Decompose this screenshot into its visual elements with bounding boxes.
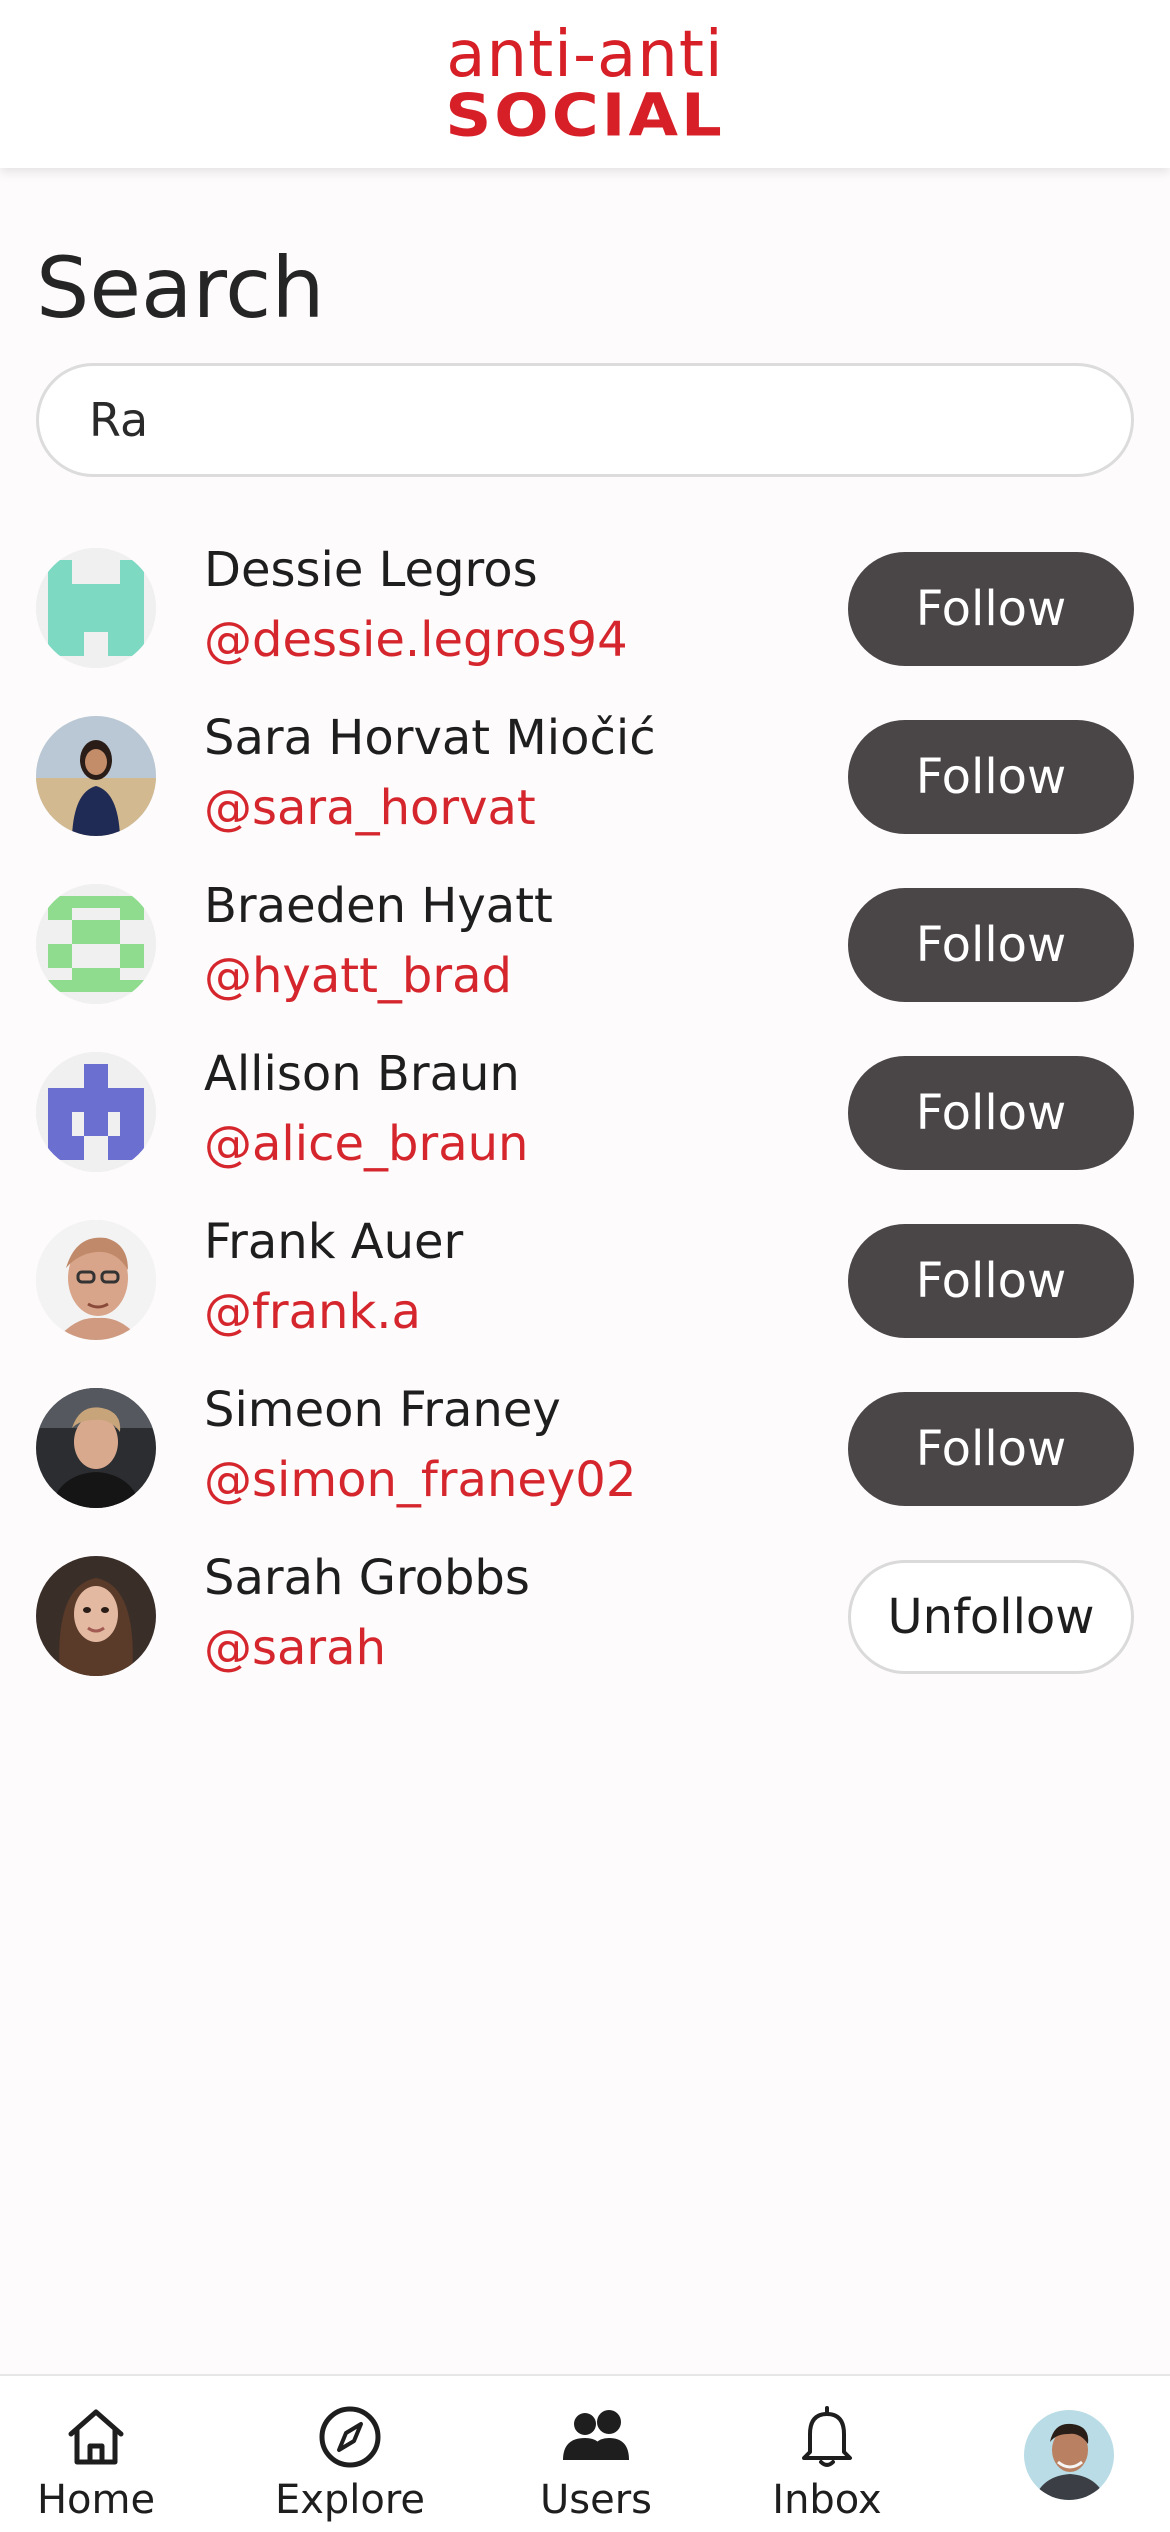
- nav-home[interactable]: Home: [20, 2376, 172, 2532]
- follow-button[interactable]: Follow: [848, 1224, 1134, 1338]
- nav-users-label: Users: [539, 2477, 652, 2523]
- user-name: Frank Auer: [204, 1214, 464, 1270]
- avatar[interactable]: [36, 1388, 156, 1508]
- user-handle[interactable]: @frank.a: [204, 1282, 421, 1342]
- logo-text-bottom: SOCIAL: [445, 81, 725, 151]
- page-title: Search: [36, 239, 325, 337]
- user-name: Dessie Legros: [204, 542, 538, 598]
- follow-button[interactable]: Follow: [848, 1392, 1134, 1506]
- bell-icon: [802, 2406, 852, 2467]
- user-name: Sarah Grobbs: [204, 1550, 530, 1606]
- user-name: Simeon Franey: [204, 1382, 561, 1438]
- avatar[interactable]: [36, 884, 156, 1004]
- user-results-list: Dessie Legros @dessie.legros94 Follow Sa…: [0, 540, 1170, 1716]
- profile-avatar[interactable]: [1024, 2410, 1114, 2500]
- home-icon: [68, 2409, 124, 2465]
- avatar[interactable]: [36, 548, 156, 668]
- list-item: Sarah Grobbs @sarah Unfollow: [0, 1548, 1170, 1716]
- avatar[interactable]: [36, 1556, 156, 1676]
- logo-text-top: anti-anti: [446, 18, 724, 92]
- app-header: anti-anti SOCIAL: [0, 0, 1170, 168]
- follow-button[interactable]: Follow: [848, 720, 1134, 834]
- nav-explore[interactable]: Explore: [270, 2376, 430, 2532]
- follow-button[interactable]: Follow: [848, 552, 1134, 666]
- unfollow-button[interactable]: Unfollow: [848, 1560, 1134, 1674]
- search-input[interactable]: [39, 366, 1131, 474]
- user-name: Sara Horvat Miočić: [204, 710, 656, 766]
- photo-woman-desert-icon: [36, 716, 156, 836]
- list-item: Frank Auer @frank.a Follow: [0, 1212, 1170, 1380]
- user-handle[interactable]: @sarah: [204, 1618, 386, 1678]
- identicon-green-icon: [36, 884, 156, 1004]
- list-item: Sara Horvat Miočić @sara_horvat Follow: [0, 708, 1170, 876]
- user-handle[interactable]: @simon_franey02: [204, 1450, 636, 1510]
- photo-man-profile-icon: [1024, 2410, 1114, 2500]
- list-item: Simeon Franey @simon_franey02 Follow: [0, 1380, 1170, 1548]
- compass-icon: [319, 2406, 381, 2468]
- nav-inbox[interactable]: Inbox: [765, 2376, 889, 2532]
- app-screen: anti-anti SOCIAL Search Ra Dessie Legros…: [0, 0, 1170, 2532]
- identicon-purple-icon: [36, 1052, 156, 1172]
- nav-inbox-label: Inbox: [772, 2477, 882, 2523]
- avatar[interactable]: [36, 1052, 156, 1172]
- photo-person-glasses-icon: [36, 1220, 156, 1340]
- list-item: Braeden Hyatt @hyatt_brad Follow: [0, 876, 1170, 1044]
- user-handle[interactable]: @alice_braun: [204, 1114, 528, 1174]
- identicon-teal-icon: [36, 548, 156, 668]
- user-handle[interactable]: @hyatt_brad: [204, 946, 512, 1006]
- avatar[interactable]: [36, 1220, 156, 1340]
- user-handle[interactable]: @sara_horvat: [204, 778, 536, 838]
- user-handle[interactable]: @dessie.legros94: [204, 610, 628, 670]
- list-item: Dessie Legros @dessie.legros94 Follow: [0, 540, 1170, 708]
- nav-users[interactable]: Users: [530, 2376, 662, 2532]
- nav-explore-label: Explore: [274, 2477, 426, 2523]
- nav-home-label: Home: [36, 2477, 156, 2523]
- bottom-nav: Home Explore Users Inbox: [0, 2374, 1170, 2532]
- photo-woman-brunette-icon: [36, 1556, 156, 1676]
- avatar[interactable]: [36, 716, 156, 836]
- user-name: Allison Braun: [204, 1046, 520, 1102]
- list-item: Allison Braun @alice_braun Follow: [0, 1044, 1170, 1212]
- user-name: Braeden Hyatt: [204, 878, 553, 934]
- users-icon: [563, 2410, 629, 2460]
- follow-button[interactable]: Follow: [848, 1056, 1134, 1170]
- photo-man-dark-icon: [36, 1388, 156, 1508]
- search-field: [36, 363, 1134, 477]
- follow-button[interactable]: Follow: [848, 888, 1134, 1002]
